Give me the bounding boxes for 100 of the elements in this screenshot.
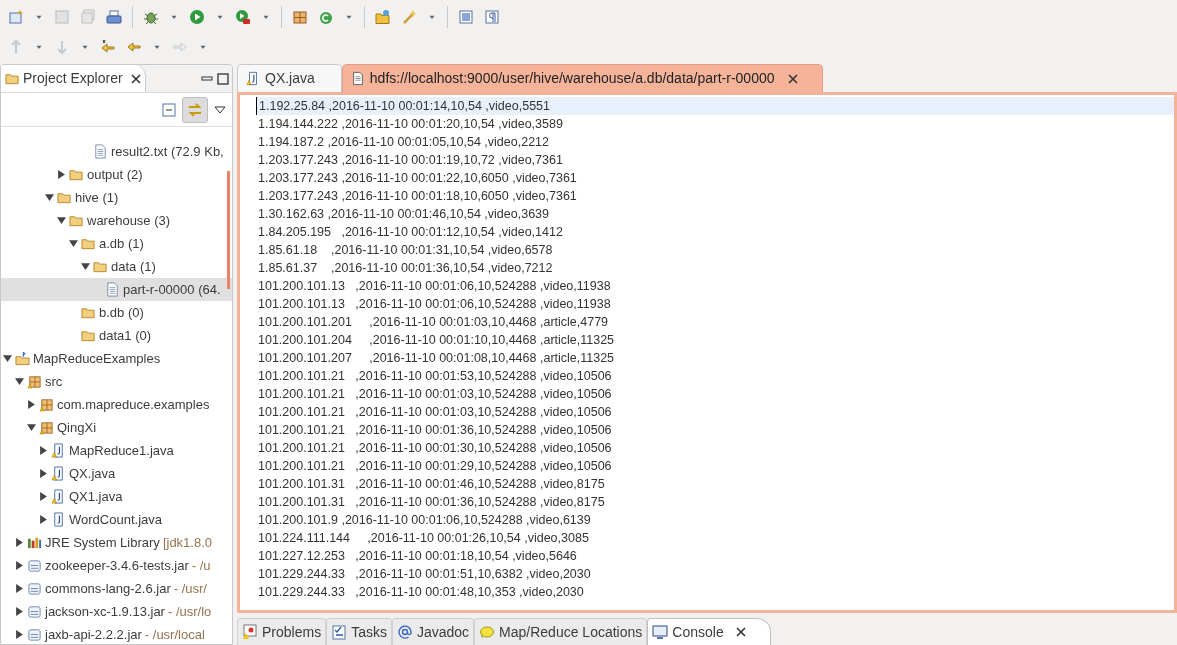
open-folder-icon[interactable] xyxy=(375,9,391,25)
expanded-arrow-icon[interactable] xyxy=(57,216,66,225)
text-line: 101.200.101.9 ,2016-11-10 00:01:06,10,524288 ,video,6139 xyxy=(257,512,592,529)
collapsed-arrow-icon[interactable] xyxy=(39,469,48,478)
text-line: 1.30.162.63 ,2016-11-10 00:01:46,10,54 ,video,3639 xyxy=(257,206,550,223)
tree-item[interactable]: b.db (0) xyxy=(1,301,232,324)
view-tab[interactable]: Tasks xyxy=(326,618,392,645)
text-line: 101.224.111.144 ,2016-11-10 00:01:26,10,54 ,video,3085 xyxy=(257,530,590,547)
text-line: 101.200.101.31 ,2016-11-10 00:01:36,10,524288 ,video,8175 xyxy=(257,494,606,511)
tree-item[interactable]: JRE System Library [jdk1.8.0 xyxy=(1,531,232,554)
folder-icon xyxy=(5,71,20,86)
jar-icon xyxy=(27,581,42,596)
text-line: 101.200.101.13 ,2016-11-10 00:01:06,10,524288 ,video,11938 xyxy=(257,278,612,295)
expanded-arrow-icon[interactable] xyxy=(15,377,24,386)
text-line: 101.227.12.253 ,2016-11-10 00:01:18,10,54 ,video,5646 xyxy=(257,548,578,565)
file-icon xyxy=(105,282,120,297)
java-file-icon xyxy=(51,489,66,504)
tree-item[interactable]: a.db (1) xyxy=(1,232,232,255)
paragraph-icon[interactable] xyxy=(484,9,500,25)
tree-item[interactable]: hive (1) xyxy=(1,186,232,209)
close-icon[interactable] xyxy=(735,627,746,637)
collapsed-arrow-icon[interactable] xyxy=(27,400,36,409)
print-icon[interactable] xyxy=(106,9,122,25)
folder-icon xyxy=(93,259,108,274)
tree-item[interactable]: src xyxy=(1,370,232,393)
text-line: 101.229.244.33 ,2016-11-10 00:01:48,10,353 ,video,2030 xyxy=(257,584,585,601)
expanded-arrow-icon[interactable] xyxy=(3,354,12,363)
problems-icon xyxy=(242,624,258,640)
folder-icon xyxy=(81,305,96,320)
view-tab[interactable]: Map/Reduce Locations xyxy=(474,618,648,645)
expanded-arrow-icon[interactable] xyxy=(69,239,78,248)
new-package-icon[interactable] xyxy=(292,9,308,25)
view-tab[interactable]: Javadoc xyxy=(391,618,475,645)
collapsed-arrow-icon[interactable] xyxy=(15,584,24,593)
back-icon[interactable] xyxy=(126,39,142,55)
text-line: 1.84.205.195 ,2016-11-10 00:01:12,10,54 ,video,1412 xyxy=(257,224,564,241)
item-decoration: - /usr/local xyxy=(144,625,205,644)
tree-item[interactable]: output (2) xyxy=(1,163,232,186)
link-editor-toggle[interactable] xyxy=(182,96,208,123)
tree-item[interactable]: jackson-xc-1.9.13.jar - /usr/lo xyxy=(1,600,232,623)
view-tab[interactable]: Project Explorer xyxy=(1,65,146,92)
folder-icon xyxy=(69,167,84,182)
tree-item[interactable]: data1 (0) xyxy=(1,324,232,347)
bug-icon[interactable] xyxy=(143,9,159,25)
editor-tab[interactable]: hdfs://localhost:9000/user/hive/warehouse/a.db/data/part-r-00000 xyxy=(341,64,823,92)
project-icon xyxy=(15,351,30,366)
text-line: 101.200.101.21 ,2016-11-10 00:01:29,10,524288 ,video,10506 xyxy=(257,458,613,475)
tree-item[interactable]: part-r-00000 (64. xyxy=(1,278,232,301)
tree-item[interactable]: warehouse (3) xyxy=(1,209,232,232)
package-icon xyxy=(27,374,42,389)
collapsed-arrow-icon[interactable] xyxy=(57,170,66,179)
collapsed-arrow-icon[interactable] xyxy=(39,492,48,501)
text-line: 1.194.187.2 ,2016-11-10 00:01:05,10,54 ,video,2212 xyxy=(257,134,550,151)
tasks-icon xyxy=(331,624,348,640)
file-icon xyxy=(350,71,365,86)
view-tab[interactable]: Problems xyxy=(237,618,327,645)
tree-item[interactable]: WordCount.java xyxy=(1,508,232,531)
tree-item[interactable]: result2.txt (72.9 Kb, xyxy=(1,140,232,163)
console-icon xyxy=(652,624,669,640)
last-edit-icon[interactable] xyxy=(100,39,116,55)
collapse-all-icon[interactable] xyxy=(162,102,176,117)
expanded-arrow-icon[interactable] xyxy=(81,262,90,271)
text-line: 101.229.244.33 ,2016-11-10 00:01:51,10,6382 ,video,2030 xyxy=(257,566,592,583)
jar-icon xyxy=(27,604,42,619)
close-icon[interactable] xyxy=(787,73,798,84)
collapsed-arrow-icon[interactable] xyxy=(15,607,24,616)
maximize-icon[interactable] xyxy=(217,72,229,85)
collapsed-arrow-icon[interactable] xyxy=(15,630,24,639)
collapsed-arrow-icon[interactable] xyxy=(15,561,24,570)
java-file-icon xyxy=(246,71,260,86)
new-class-icon[interactable] xyxy=(318,9,334,25)
tree-item[interactable]: com.mapreduce.examples xyxy=(1,393,232,416)
run-icon[interactable] xyxy=(189,9,205,25)
close-icon[interactable] xyxy=(130,73,141,84)
collapsed-arrow-icon[interactable] xyxy=(15,538,24,547)
run-external-icon[interactable] xyxy=(235,9,251,25)
expanded-arrow-icon[interactable] xyxy=(27,423,36,432)
tree-item[interactable]: zookeeper-3.4.6-tests.jar - /u xyxy=(1,554,232,577)
tree-item[interactable]: QX1.java xyxy=(1,485,232,508)
item-decoration: - /usr/lo xyxy=(167,602,212,621)
folder-icon xyxy=(69,213,84,228)
collapsed-arrow-icon[interactable] xyxy=(39,515,48,524)
tree-item[interactable]: MapReduce1.java xyxy=(1,439,232,462)
collapsed-arrow-icon[interactable] xyxy=(39,446,48,455)
java-file-icon xyxy=(51,512,66,527)
text-line: 1.85.61.37 ,2016-11-10 00:01:36,10,54 ,video,7212 xyxy=(257,260,554,277)
text-line: 101.200.101.21 ,2016-11-10 00:01:36,10,524288 ,video,10506 xyxy=(257,422,613,439)
text-line: 1.203.177.243 ,2016-11-10 00:01:18,10,6050 ,video,7361 xyxy=(257,188,578,205)
tree-item[interactable]: data (1) xyxy=(1,255,232,278)
text-line: 1.85.61.18 ,2016-11-10 00:01:31,10,54 ,video,6578 xyxy=(257,242,554,259)
tree-item[interactable]: MapReduceExamples xyxy=(1,347,232,370)
tree-item[interactable]: jaxb-api-2.2.2.jar - /usr/local xyxy=(1,623,232,644)
expanded-arrow-icon[interactable] xyxy=(45,193,54,202)
view-tab[interactable]: Console xyxy=(647,618,771,645)
text-editor[interactable] xyxy=(237,92,1177,613)
editor-tab[interactable]: QX.java xyxy=(237,64,342,92)
tree-item[interactable]: QingXi xyxy=(1,416,232,439)
view-menu-icon[interactable] xyxy=(214,104,226,115)
tree-item[interactable]: QX.java xyxy=(1,462,232,485)
tree-item[interactable]: commons-lang-2.6.jar - /usr/ xyxy=(1,577,232,600)
